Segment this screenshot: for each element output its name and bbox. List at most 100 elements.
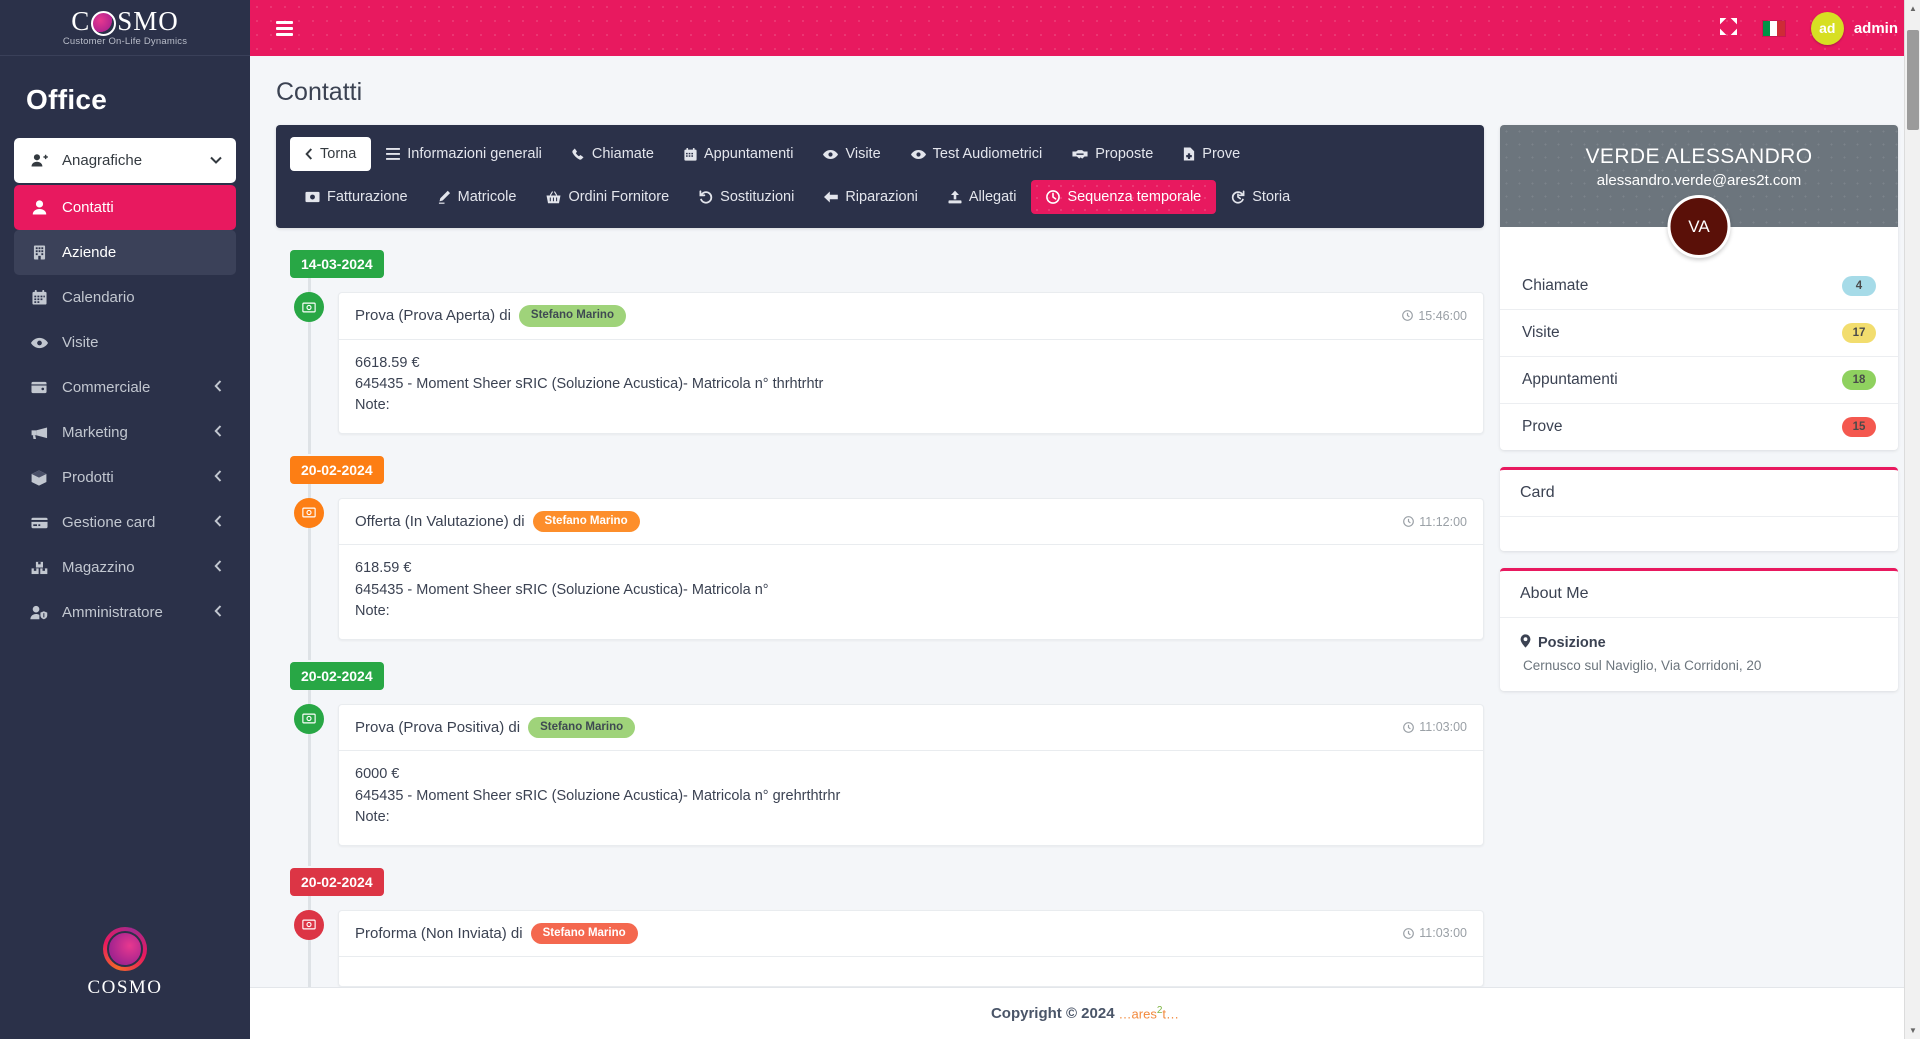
tab-riparazioni[interactable]: Riparazioni (809, 180, 933, 214)
sidebar-item-label: Marketing (62, 424, 128, 441)
tab-label: Sostituzioni (720, 189, 795, 205)
sidebar-item-label: Anagrafiche (62, 152, 143, 169)
chevron-down-icon (210, 155, 222, 167)
sidebar-item-label: Aziende (62, 244, 117, 261)
page-scrollbar[interactable]: ▲ ▼ (1904, 0, 1920, 1039)
tab-matricole[interactable]: Matricole (423, 180, 532, 214)
timeline-time-label: 11:12:00 (1419, 514, 1467, 529)
scrollbar-thumb[interactable] (1907, 30, 1919, 130)
building-icon (28, 245, 50, 260)
clock-icon (1403, 516, 1415, 527)
tab-appuntamenti[interactable]: Appuntamenti (669, 137, 808, 171)
timeline-item[interactable]: Proforma (Non Inviata) di Stefano Marino… (338, 896, 1484, 987)
stat-row-prove[interactable]: Prove 15 (1500, 404, 1898, 450)
sidebar-item-anagrafiche[interactable]: Anagrafiche (14, 138, 236, 183)
stat-row-chiamate[interactable]: Chiamate 4 (1500, 263, 1898, 310)
scroll-up-arrow[interactable]: ▲ (1905, 0, 1920, 17)
tab-storia[interactable]: Storia (1216, 180, 1305, 214)
calendar-icon (684, 147, 697, 161)
content-scroll-region[interactable]: Contatti Torna Informazioni generali Chi… (250, 56, 1920, 987)
tab-label: Chiamate (591, 146, 654, 162)
sidebar-item-commerciale[interactable]: Commerciale (14, 365, 236, 410)
brand-tagline: Customer On-Life Dynamics (62, 36, 188, 47)
user-menu[interactable]: ad admin (1810, 11, 1898, 45)
tab-torna[interactable]: Torna (290, 137, 372, 171)
chevron-left-icon (214, 425, 222, 440)
tab-sequenza-temporale[interactable]: Sequenza temporale (1031, 180, 1217, 214)
hamburger-icon[interactable] (276, 20, 293, 36)
timeline-item[interactable]: Offerta (In Valutazione) di Stefano Mari… (338, 484, 1484, 660)
money-bill-icon (294, 909, 324, 940)
megaphone-icon (28, 426, 50, 440)
app-root: C SMO Customer On-Life Dynamics Office An… (0, 0, 1920, 1039)
tab-chiamate[interactable]: Chiamate (557, 137, 669, 171)
expand-arrows-icon[interactable] (1719, 18, 1737, 38)
timeline-title-group: Prova (Prova Aperta) di Stefano Marino (355, 305, 626, 327)
clock-icon (1402, 310, 1414, 322)
tab-label: Ordini Fornitore (568, 189, 670, 205)
eye-icon (28, 337, 50, 349)
tab-informazioni-generali[interactable]: Informazioni generali (371, 137, 557, 171)
tab-proposte[interactable]: Proposte (1057, 137, 1168, 171)
position-label-group: Posizione (1520, 634, 1878, 652)
tab-sostituzioni[interactable]: Sostituzioni (684, 180, 809, 214)
timeline-block: Offerta (In Valutazione) di Stefano Mari… (290, 483, 1484, 660)
timeline-item[interactable]: Prova (Prova Positiva) di Stefano Marino… (338, 690, 1484, 866)
timeline-card-body: 6000 € 645435 - Moment Sheer sRIC (Soluz… (339, 751, 1483, 844)
timeline-note: Note: (355, 809, 390, 826)
clock-icon (1403, 722, 1415, 733)
ares-brand-post: t (1162, 1006, 1167, 1022)
timeline-date-badge: 14-03-2024 (290, 250, 384, 278)
sidebar-item-label: Amministratore (62, 604, 163, 621)
timeline-user-pill: Stefano Marino (532, 510, 640, 533)
tab-fatturazione[interactable]: Fatturazione (290, 180, 423, 214)
tab-test-audiometrici[interactable]: Test Audiometrici (896, 137, 1058, 171)
tab-label: Torna (320, 146, 357, 162)
tab-label: Matricole (457, 189, 517, 205)
sidebar-item-gestione-card[interactable]: Gestione card (14, 500, 236, 545)
tab-visite[interactable]: Visite (808, 137, 895, 171)
money-bill-icon (294, 497, 324, 528)
sidebar-footer-logo-text: COSMO (87, 977, 163, 998)
timeline-timestamp: 11:03:00 (1403, 720, 1467, 734)
sidebar-item-aziende[interactable]: Aziende (14, 230, 236, 275)
timeline: 14-03-2024 Prova (Prova Aperta) di Stefa… (290, 228, 1484, 987)
timeline-card-body: 618.59 € 645435 - Moment Sheer sRIC (Sol… (339, 545, 1483, 638)
stat-row-appuntamenti[interactable]: Appuntamenti 18 (1500, 357, 1898, 404)
timeline-block: Proforma (Non Inviata) di Stefano Marino… (290, 895, 1484, 987)
tab-prove[interactable]: Prove (1168, 137, 1255, 171)
tab-label: Sequenza temporale (1067, 189, 1202, 205)
contact-profile-header: VERDE ALESSANDRO alessandro.verde@ares2t… (1500, 125, 1898, 258)
chevron-left-icon (214, 515, 222, 530)
sidebar-item-magazzino[interactable]: Magazzino (14, 545, 236, 590)
scroll-down-arrow[interactable]: ▼ (1905, 1022, 1920, 1039)
timeline-title: Offerta (In Valutazione) di (355, 513, 525, 531)
contact-name: VERDE ALESSANDRO (1585, 145, 1813, 168)
basket-icon (546, 190, 561, 203)
sidebar-item-marketing[interactable]: Marketing (14, 410, 236, 455)
timeline-detail: 645435 - Moment Sheer sRIC (Soluzione Ac… (355, 375, 824, 392)
user-icon (28, 200, 50, 215)
chevron-left-icon (214, 560, 222, 575)
tab-label: Fatturazione (327, 189, 408, 205)
sidebar-item-label: Contatti (62, 199, 114, 216)
sidebar-item-calendario[interactable]: Calendario (14, 275, 236, 320)
timeline-item[interactable]: Prova (Prova Aperta) di Stefano Marino 1… (338, 278, 1484, 454)
tab-allegati[interactable]: Allegati (933, 180, 1032, 214)
sidebar-item-amministratore[interactable]: Amministratore (14, 590, 236, 635)
contact-stats-list: Chiamate 4 Visite 17 Appuntamenti 18 Pro… (1500, 227, 1898, 450)
timeline-card: Prova (Prova Positiva) di Stefano Marino… (338, 703, 1484, 846)
italy-flag-icon[interactable] (1762, 20, 1785, 36)
tab-label: Proposte (1095, 146, 1154, 162)
timeline-card: Offerta (In Valutazione) di Stefano Mari… (338, 497, 1484, 640)
sidebar-nav: Anagrafiche Contatti Aziende Calendario … (0, 138, 250, 917)
timeline-card-header: Prova (Prova Positiva) di Stefano Marino… (339, 705, 1483, 752)
brand-logo-orb (91, 11, 117, 36)
sidebar-item-prodotti[interactable]: Prodotti (14, 455, 236, 500)
sidebar-item-contatti[interactable]: Contatti (14, 185, 236, 230)
tab-ordini-fornitore[interactable]: Ordini Fornitore (531, 180, 684, 214)
tab-label: Allegati (968, 189, 1017, 205)
stat-row-visite[interactable]: Visite 17 (1500, 310, 1898, 357)
sidebar-item-visite[interactable]: Visite (14, 320, 236, 365)
brand-logo[interactable]: C SMO Customer On-Life Dynamics (0, 0, 250, 56)
